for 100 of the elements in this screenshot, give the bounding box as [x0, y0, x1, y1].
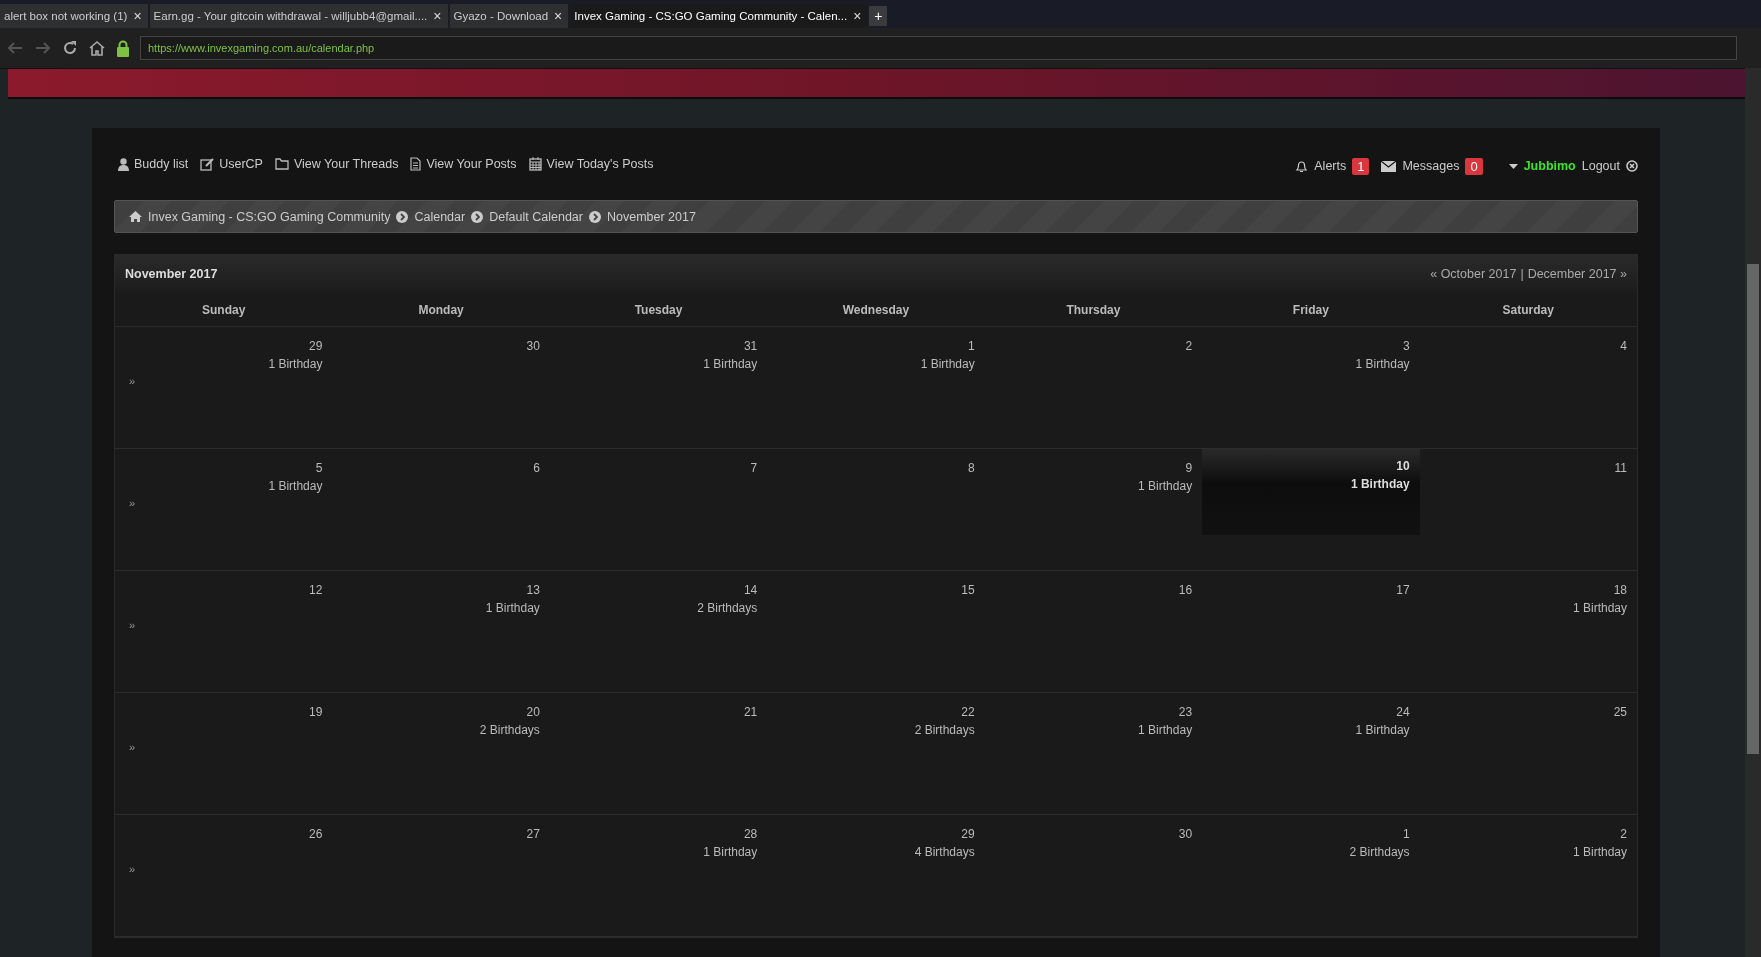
birthday-link[interactable]: 2 Birthdays [479, 723, 540, 737]
bell-icon [1295, 159, 1309, 173]
day-number[interactable]: 7 [750, 461, 758, 475]
weekday-header: Tuesday [549, 293, 768, 327]
week-link[interactable]: » [129, 863, 136, 875]
day-number[interactable]: 2 [1620, 827, 1627, 841]
previous-month-link[interactable]: « October 2017 [1430, 267, 1517, 281]
day-number[interactable]: 3 [1402, 339, 1410, 353]
day-number[interactable]: 27 [526, 827, 540, 841]
birthday-link[interactable]: 1 Birthday [1572, 601, 1627, 615]
alerts-link[interactable]: Alerts [1314, 159, 1347, 173]
browser-tab[interactable]: Gyazo - Download × [449, 4, 569, 28]
logout-link[interactable]: Logout [1581, 159, 1620, 173]
birthday-link[interactable]: 1 Birthday [485, 601, 540, 615]
scrollbar[interactable] [1745, 68, 1761, 957]
birthday-link[interactable]: 4 Birthdays [914, 845, 975, 859]
browser-tab[interactable]: Invex Gaming - CS:GO Gaming Community - Calen... × [570, 4, 868, 28]
birthday-link[interactable]: 2 Birthdays [697, 601, 758, 615]
day-number[interactable]: 30 [1178, 827, 1193, 841]
birthday-link[interactable]: 1 Birthday [268, 357, 323, 371]
birthday-link[interactable]: 1 Birthday [703, 357, 758, 371]
day-number[interactable]: 12 [309, 583, 323, 597]
close-circle-icon[interactable] [1626, 160, 1638, 172]
padlock-icon[interactable] [116, 39, 130, 57]
birthday-link[interactable]: 1 Birthday [1138, 723, 1193, 737]
day-number[interactable]: 23 [1178, 705, 1193, 719]
day-number[interactable]: 6 [533, 461, 540, 475]
nav-link-label[interactable]: UserCP [219, 157, 263, 171]
birthday-link[interactable]: 1 Birthday [703, 845, 758, 859]
birthday-link[interactable]: 1 Birthday [1350, 477, 1410, 491]
day-number[interactable]: 8 [968, 461, 975, 475]
day-number[interactable]: 22 [961, 705, 975, 719]
birthday-link[interactable]: 1 Birthday [1138, 479, 1193, 493]
birthday-link[interactable]: 2 Birthdays [1349, 845, 1410, 859]
day-number[interactable]: 14 [743, 583, 758, 597]
nav-link[interactable]: Buddy list [118, 157, 189, 171]
day-number[interactable]: 30 [526, 339, 540, 353]
calendar-icon [528, 157, 542, 171]
breadcrumb-link[interactable]: Calendar [414, 209, 466, 224]
day-number[interactable]: 20 [526, 705, 540, 719]
reload-icon[interactable] [62, 40, 78, 56]
day-number[interactable]: 26 [309, 827, 323, 841]
breadcrumb-link[interactable]: Default Calendar [489, 209, 583, 224]
day-number[interactable]: 1 [968, 339, 975, 353]
nav-link-label[interactable]: View Your Threads [293, 157, 399, 171]
day-number[interactable]: 29 [309, 339, 323, 353]
day-number[interactable]: 5 [315, 461, 323, 475]
birthday-link[interactable]: 1 Birthday [1355, 723, 1410, 737]
breadcrumb-link[interactable]: Invex Gaming - CS:GO Gaming Community [148, 209, 391, 224]
nav-link[interactable]: View Your Threads [274, 157, 399, 171]
day-number[interactable]: 19 [309, 705, 323, 719]
day-number[interactable]: 13 [526, 583, 540, 597]
day-number[interactable]: 4 [1620, 339, 1627, 353]
separator: | [1520, 267, 1524, 281]
browser-tab[interactable]: Earn.gg - Your gitcoin withdrawal - willjubb4@gmail.... × [149, 4, 448, 28]
day-number[interactable]: 28 [743, 827, 758, 841]
home-icon[interactable] [88, 40, 106, 56]
birthday-link[interactable]: 1 Birthday [268, 479, 323, 493]
caret-icon[interactable] [1508, 163, 1518, 169]
username-link[interactable]: Jubbimo [1523, 159, 1576, 173]
new-tab-button[interactable]: + [869, 6, 888, 26]
next-month-link[interactable]: December 2017 » [1527, 267, 1627, 281]
day-number[interactable]: 10 [1396, 459, 1410, 473]
document-icon [410, 157, 422, 171]
messages-count: 0 [1465, 157, 1483, 175]
close-icon[interactable]: × [433, 8, 442, 24]
day-number[interactable]: 24 [1396, 705, 1410, 719]
breadcrumb-link[interactable]: November 2017 [607, 209, 696, 224]
close-icon[interactable]: × [133, 8, 142, 24]
day-number[interactable]: 29 [961, 827, 975, 841]
day-number[interactable]: 11 [1614, 461, 1627, 475]
address-field[interactable]: https://www.invexgaming.com.au/calendar.php [140, 36, 1737, 60]
day-number[interactable]: 21 [743, 705, 758, 719]
day-number[interactable]: 17 [1396, 583, 1410, 597]
week-link[interactable]: » [129, 497, 136, 509]
day-number[interactable]: 25 [1613, 705, 1627, 719]
birthday-link[interactable]: 1 Birthday [920, 357, 975, 371]
birthday-link[interactable]: 1 Birthday [1355, 357, 1410, 371]
messages-link[interactable]: Messages [1402, 159, 1460, 173]
nav-link[interactable]: UserCP [200, 157, 263, 171]
day-number[interactable]: 16 [1178, 583, 1193, 597]
birthday-link[interactable]: 1 Birthday [1572, 845, 1627, 859]
day-number[interactable]: 9 [1185, 461, 1193, 475]
alerts-count: 1 [1352, 157, 1370, 175]
close-icon[interactable]: × [554, 8, 563, 24]
close-icon[interactable]: × [853, 8, 862, 24]
birthday-link[interactable]: 2 Birthdays [914, 723, 975, 737]
day-number[interactable]: 18 [1613, 583, 1627, 597]
browser-tab[interactable]: alert box not working (1) × [0, 4, 148, 28]
week-link[interactable]: » [129, 741, 136, 753]
day-number[interactable]: 1 [1402, 827, 1410, 841]
nav-link-label[interactable]: Buddy list [134, 157, 189, 171]
day-number[interactable]: 31 [743, 339, 758, 353]
home-icon[interactable] [129, 211, 142, 222]
day-number[interactable]: 2 [1185, 339, 1193, 353]
week-link[interactable]: » [129, 375, 136, 387]
calendar-title: November 2017 [125, 267, 218, 281]
week-link[interactable]: » [129, 619, 136, 631]
day-number[interactable]: 15 [961, 583, 975, 597]
edit-icon [200, 157, 215, 171]
